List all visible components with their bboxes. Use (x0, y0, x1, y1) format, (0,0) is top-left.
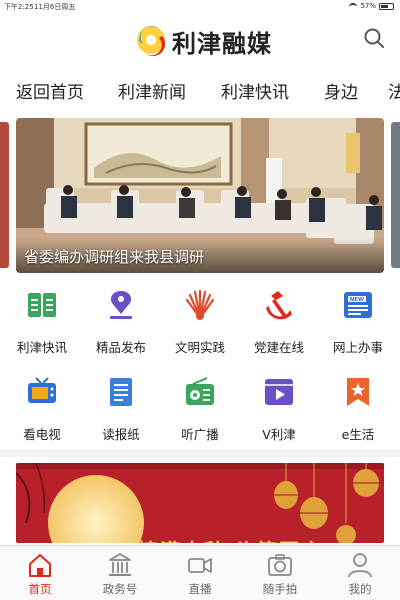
channel-tabs: 返回首页 利津新闻 利津快讯 身边 法 (0, 68, 400, 108)
document-icon (110, 378, 132, 406)
grid-item-e-life[interactable]: e生活 (318, 375, 398, 445)
nav-label: 随手拍 (262, 582, 298, 596)
nav-label: 我的 (348, 582, 372, 596)
star-badge-icon (347, 378, 369, 406)
tab-label: 利津快讯 (221, 83, 289, 103)
app-title: 利津融媒 (172, 30, 272, 58)
banner-caption: 省委编办调研组来我县调研 (24, 248, 205, 266)
camera-icon (268, 554, 292, 576)
grid-label: 文明实践 (174, 340, 225, 355)
tab-lijin-news[interactable]: 利津新闻 (118, 78, 186, 103)
pen-nib-icon (110, 291, 132, 319)
grid-label: 网上办事 (332, 340, 383, 355)
grid-item-party-building[interactable]: 党建在线 (239, 288, 319, 358)
tab-label: 返回首页 (16, 83, 84, 103)
tab-law[interactable]: 法 (388, 78, 400, 103)
app-header: 利津融媒 (0, 14, 400, 64)
status-bar: 下午2:25 11月6日周五 57% (0, 0, 400, 14)
nav-snapshot[interactable]: 随手拍 (240, 550, 320, 600)
user-icon (348, 553, 372, 578)
promo-text: 情满中秋 头等国庆 (138, 535, 323, 543)
promo-artwork (16, 463, 384, 543)
nav-home[interactable]: 首页 (0, 550, 80, 600)
grid-item-lijin-flash[interactable]: 利津快讯 (2, 288, 82, 358)
tv-icon (28, 377, 56, 403)
tab-label: 利津新闻 (118, 83, 186, 103)
fan-icon (185, 289, 215, 320)
grid-item-civilization-practice[interactable]: 文明实践 (160, 288, 240, 358)
nav-label: 首页 (28, 582, 52, 596)
status-date: 11月6日周五 (34, 3, 76, 11)
grid-label: 看电视 (23, 427, 61, 442)
newspaper-new-icon: NEW (344, 292, 372, 318)
nav-government[interactable]: 政务号 (80, 550, 160, 600)
nav-label: 直播 (188, 582, 212, 596)
grid-label: 精品发布 (95, 340, 146, 355)
live-camera-icon (188, 558, 212, 573)
grid-label: 利津快讯 (16, 340, 67, 355)
status-time: 下午2:25 (4, 3, 34, 11)
grid-item-online-services[interactable]: NEW 网上办事 (318, 288, 398, 358)
tab-home[interactable]: 返回首页 (16, 78, 84, 103)
grid-label: V利津 (262, 427, 296, 442)
banner-carousel[interactable]: 省委编办调研组来我县调研 (16, 118, 384, 273)
grid-item-featured-release[interactable]: 精品发布 (81, 288, 161, 358)
bottom-nav: 首页 政务号 直播 随手拍 我的 (0, 545, 400, 600)
status-right: 57% (349, 2, 394, 10)
radio-icon (186, 377, 214, 405)
nav-label: 政务号 (102, 582, 138, 596)
grid-item-listen-radio[interactable]: 听广播 (160, 375, 240, 445)
grid-label: e生活 (341, 427, 375, 442)
battery-icon (379, 2, 394, 10)
carousel-prev-peek[interactable] (0, 122, 9, 268)
grid-label: 党建在线 (253, 340, 304, 355)
book-icon (28, 293, 56, 317)
battery-percent: 57% (360, 2, 376, 10)
svg-text:NEW: NEW (350, 297, 364, 303)
grid-label: 读报纸 (102, 427, 140, 442)
tab-label: 法 (388, 83, 400, 103)
tab-label: 身边 (324, 83, 358, 103)
grid-label: 听广播 (181, 427, 219, 442)
party-emblem-icon (266, 291, 292, 320)
tab-nearby[interactable]: 身边 (324, 78, 358, 103)
search-icon[interactable] (362, 26, 386, 50)
nav-live[interactable]: 直播 (160, 550, 240, 600)
video-icon (265, 379, 293, 405)
government-building-icon (109, 553, 131, 576)
grid-item-v-lijin[interactable]: V利津 (239, 375, 319, 445)
home-icon (29, 554, 51, 577)
promo-banner[interactable]: 情满中秋 头等国庆 (16, 463, 384, 543)
grid-item-watch-tv[interactable]: 看电视 (2, 375, 82, 445)
grid-item-read-newspaper[interactable]: 读报纸 (81, 375, 161, 445)
section-divider (0, 449, 400, 457)
tab-lijin-flash[interactable]: 利津快讯 (221, 78, 289, 103)
wifi-icon (349, 3, 358, 9)
app-logo-icon (137, 25, 166, 56)
carousel-next-peek[interactable] (391, 122, 400, 268)
nav-profile[interactable]: 我的 (320, 550, 400, 600)
